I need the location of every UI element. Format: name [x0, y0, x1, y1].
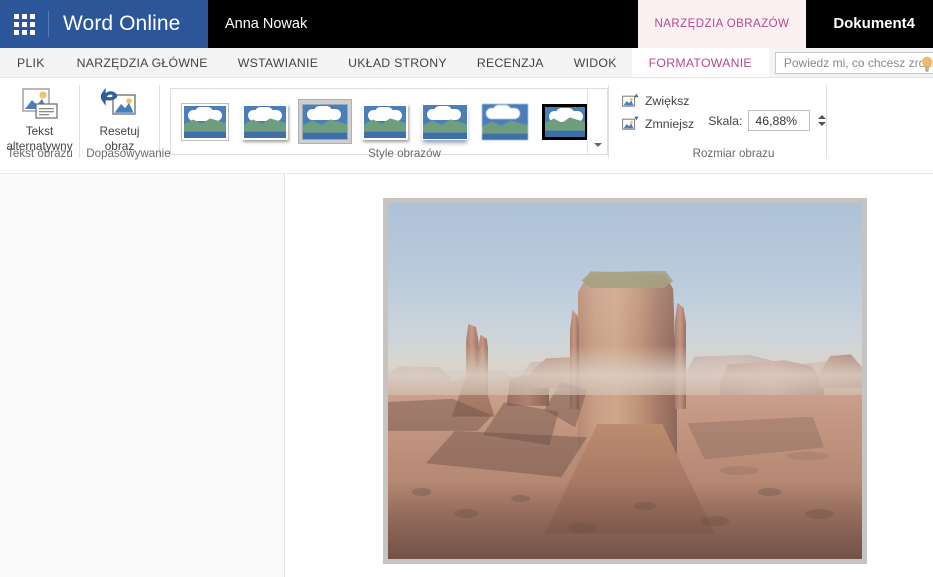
image-size-controls: Zwiększ Zmniejsz Skala: 46,88%	[609, 81, 827, 131]
app-launcher-grid-icon	[13, 13, 35, 35]
picture-style-beveled-matte-white[interactable]	[238, 99, 292, 144]
tell-me-placeholder: Powiedz mi, co chcesz zrobić	[783, 55, 933, 70]
increase-image-icon	[622, 93, 639, 107]
ribbon-group-labels: Tekst obrazu Dopasowywanie Style obrazów…	[0, 147, 933, 173]
monument-valley-photo[interactable]	[388, 203, 862, 559]
picture-frame[interactable]	[383, 198, 867, 564]
group-label-image-size: Rozmiar obrazu	[692, 147, 775, 160]
tab-formatowanie[interactable]: FORMATOWANIE	[631, 48, 769, 77]
word-online-window: Word Online Anna Nowak NARZĘDZIA OBRAZÓW…	[0, 0, 933, 577]
user-name: Anna Nowak	[225, 16, 308, 32]
lightbulb-icon	[921, 56, 932, 71]
ribbon-tab-row: PLIK NARZĘDZIA GŁÓWNE WSTAWIANIE UKŁAD S…	[0, 48, 933, 78]
tab-recenzja[interactable]: RECENZJA	[462, 48, 559, 77]
tab-wstawianie[interactable]: WSTAWIANIE	[223, 48, 333, 77]
style-thumbnail	[302, 103, 348, 140]
reset-picture-button[interactable]: Resetuj obraz	[80, 81, 159, 154]
tell-me-search-input[interactable]: Powiedz mi, co chcesz zrobić	[774, 51, 933, 74]
picture-style-reflected-rounded-rectangle[interactable]	[418, 99, 472, 144]
tab-plik[interactable]: PLIK	[0, 48, 62, 77]
brand-zone: Word Online	[0, 0, 208, 48]
reset-picture-icon	[100, 86, 139, 122]
document-canvas[interactable]	[286, 173, 933, 577]
suite-bar: Word Online Anna Nowak NARZĘDZIA OBRAZÓW…	[0, 0, 933, 48]
left-pane	[0, 173, 285, 577]
picture-styles-list	[171, 99, 592, 144]
scale-input[interactable]: 46,88%	[748, 110, 811, 131]
group-label-picture-styles: Style obrazów	[368, 147, 441, 160]
tab-narzedzia-glowne[interactable]: NARZĘDZIA GŁÓWNE	[62, 48, 223, 77]
alt-text-label-line1: Tekst	[25, 124, 54, 138]
picture-style-metal-frame[interactable]	[298, 99, 352, 144]
document-title[interactable]: Dokument4	[806, 0, 933, 48]
brand-title[interactable]: Word Online	[63, 0, 180, 48]
scale-value: 46,88%	[755, 113, 798, 128]
size-buttons-column: Zwiększ Zmniejsz	[622, 93, 694, 131]
reset-picture-label-line1: Resetuj	[99, 124, 140, 138]
scale-spinner[interactable]	[818, 115, 827, 126]
suitebar-spacer	[307, 0, 637, 48]
scale-control: Skala: 46,88%	[708, 110, 827, 131]
decrease-image-label: Zmniejsz	[645, 116, 695, 131]
style-thumbnail	[182, 103, 228, 140]
picture-style-drop-shadow-rectangle[interactable]	[358, 99, 412, 144]
picture-with-caption-icon	[21, 86, 59, 122]
increase-image-label: Zwiększ	[645, 93, 690, 108]
style-thumbnail	[542, 103, 588, 140]
alt-text-button[interactable]: Tekst alternatywny	[0, 81, 79, 154]
picture-styles-more-button[interactable]	[587, 89, 607, 154]
picture-style-thick-black-frame[interactable]	[538, 99, 592, 144]
increase-image-button[interactable]: Zwiększ	[622, 93, 694, 108]
decrease-image-icon	[622, 116, 639, 130]
tab-widok[interactable]: WIDOK	[559, 48, 632, 77]
group-label-alt-text: Tekst obrazu	[7, 147, 73, 160]
contextual-tab-picture-tools[interactable]: NARZĘDZIA OBRAZÓW	[637, 0, 807, 48]
picture-style-soft-edge-oval[interactable]	[478, 99, 532, 144]
tab-uklad-strony[interactable]: UKŁAD STRONY	[333, 48, 462, 77]
style-thumbnail	[482, 103, 528, 140]
scale-label: Skala:	[708, 113, 743, 128]
style-thumbnail	[362, 103, 408, 140]
spinner-up-icon[interactable]	[818, 115, 827, 119]
spinner-down-icon[interactable]	[818, 122, 827, 126]
workspace	[0, 173, 933, 577]
brand-divider	[48, 11, 49, 37]
decrease-image-button[interactable]: Zmniejsz	[622, 116, 694, 131]
picture-styles-gallery	[170, 88, 608, 155]
photo-overlay-veil	[388, 203, 862, 559]
style-thumbnail	[422, 103, 468, 140]
group-label-adjust: Dopasowywanie	[86, 147, 171, 160]
picture-style-simple-frame-white[interactable]	[178, 99, 232, 144]
style-thumbnail	[242, 103, 288, 140]
app-launcher-button[interactable]	[0, 0, 48, 48]
